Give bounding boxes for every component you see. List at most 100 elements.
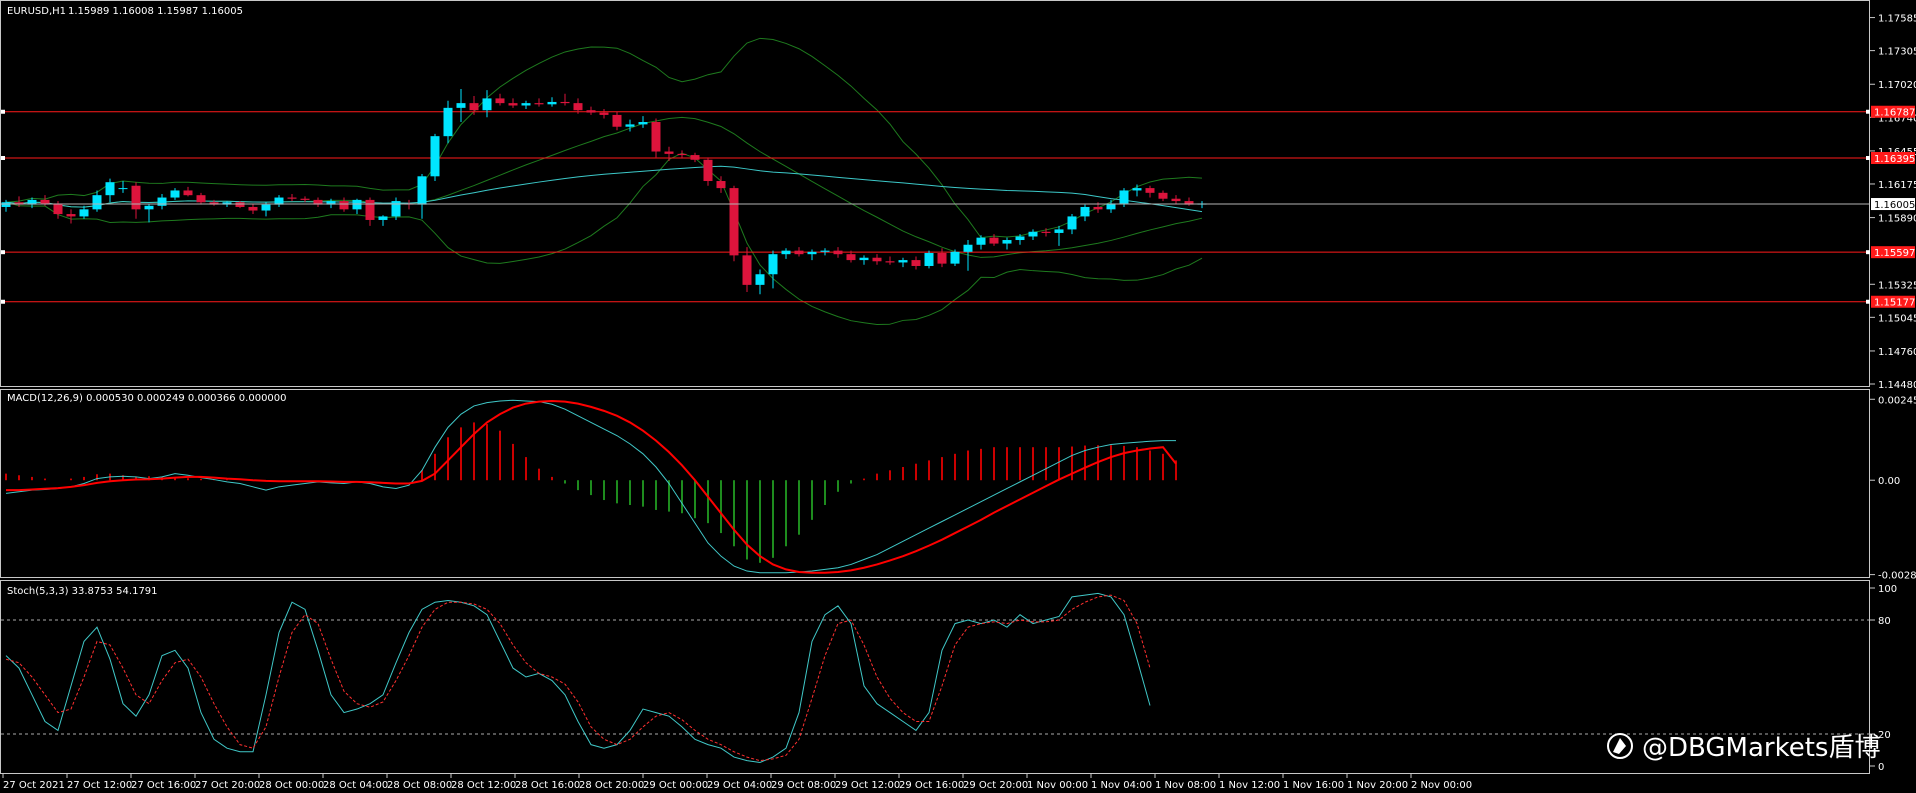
price-tick-label: 1.15045 <box>1878 313 1916 324</box>
time-tick-label: 28 Oct 04:00 <box>323 780 388 791</box>
level-price-label: 1.16787 <box>1874 108 1915 119</box>
candle <box>521 100 531 110</box>
candle-body <box>755 274 765 285</box>
trading-chart[interactable]: EURUSD,H1 1.15989 1.16008 1.15987 1.1600… <box>0 0 1916 793</box>
candle-body <box>495 98 505 104</box>
candle-body <box>157 197 167 206</box>
candle-body <box>430 136 440 177</box>
candle <box>885 256 895 265</box>
macd-tick-label: 0.002451 <box>1878 395 1916 406</box>
price-tick-label: 1.14760 <box>1878 347 1916 358</box>
candle-body <box>287 197 297 199</box>
candle <box>1028 229 1038 241</box>
level-handle-left <box>1 299 5 304</box>
stoch-panel-border <box>0 580 1870 774</box>
price-tick-label: 1.15890 <box>1878 214 1916 225</box>
time-tick-label: 29 Oct 16:00 <box>899 780 964 791</box>
price-tick-label: 1.17020 <box>1878 80 1916 91</box>
level-handle-right <box>1866 109 1870 114</box>
candle-body <box>365 199 375 220</box>
price-tick-label: 1.16175 <box>1878 180 1916 191</box>
candle <box>404 199 414 210</box>
candle <box>599 109 609 119</box>
candle <box>131 182 141 219</box>
time-tick-label: 29 Oct 08:00 <box>771 780 836 791</box>
candle-body <box>1145 188 1155 193</box>
candle-body <box>924 253 934 266</box>
candle-body <box>833 250 843 255</box>
candle-body <box>118 188 128 190</box>
candle-body <box>1041 231 1051 233</box>
candle <box>92 190 102 212</box>
candle <box>352 198 362 215</box>
candle <box>560 93 570 106</box>
time-tick-label: 29 Oct 12:00 <box>835 780 900 791</box>
time-axis: 27 Oct 2021 27 Oct 12:0027 Oct 16:0027 Oc… <box>2 774 1472 791</box>
candle-body <box>586 110 596 113</box>
candle-body <box>378 216 388 220</box>
candle <box>66 209 76 224</box>
candle <box>820 248 830 256</box>
candle <box>1067 214 1077 235</box>
level-handle-right <box>1866 250 1870 255</box>
candle-body <box>339 201 349 210</box>
candle-body <box>196 195 206 203</box>
candle-body <box>300 198 310 200</box>
candle-body <box>976 237 986 245</box>
candle <box>547 97 557 107</box>
candle <box>79 205 89 219</box>
candle-body <box>170 190 180 198</box>
candle-body <box>768 254 778 275</box>
ohlc-label: 1.15989 1.16008 1.15987 1.16005 <box>68 6 243 17</box>
candle-body <box>911 260 921 266</box>
candle <box>729 185 739 262</box>
candle <box>248 203 258 215</box>
price-tick-label: 1.17585 <box>1878 14 1916 25</box>
candle <box>118 181 128 193</box>
candle <box>742 247 752 292</box>
time-tick-label: 27 Oct 20:00 <box>195 780 260 791</box>
candle <box>768 250 778 289</box>
price-tick-label: 1.17305 <box>1878 47 1916 58</box>
stoch-tick-label: 80 <box>1878 616 1891 627</box>
candle-body <box>235 202 245 207</box>
candle <box>365 197 375 226</box>
time-tick-label: 29 Oct 00:00 <box>643 780 708 791</box>
candle-body <box>638 122 648 125</box>
time-tick-label: 28 Oct 00:00 <box>259 780 324 791</box>
macd-axis: 0.002451 0.00 -0.002858 <box>1870 395 1916 582</box>
macd-tick-label: 0.00 <box>1878 476 1900 487</box>
time-tick-label: 28 Oct 20:00 <box>579 780 644 791</box>
candle <box>937 248 947 268</box>
candle <box>677 150 687 159</box>
candle <box>417 173 427 219</box>
candle-body <box>729 188 739 256</box>
candle-body <box>1002 240 1012 244</box>
level-price-label: 1.15177 <box>1874 298 1915 309</box>
candle-body <box>482 98 492 111</box>
time-tick-label: 1 Nov 08:00 <box>1155 780 1216 791</box>
candle-body <box>1158 192 1168 199</box>
candle-body <box>664 151 674 154</box>
candle-body <box>1 202 11 207</box>
candle <box>495 93 505 106</box>
time-tick-label: 27 Oct 2021 <box>3 780 65 791</box>
candle-body <box>1028 231 1038 237</box>
candle-body <box>508 103 518 106</box>
candle-body <box>1171 198 1181 202</box>
candle-body <box>547 101 557 105</box>
candle-body <box>417 176 427 205</box>
stoch-tick-label: 100 <box>1878 584 1897 595</box>
candle <box>482 90 492 118</box>
macd-plot <box>5 399 1177 574</box>
candle <box>872 254 882 265</box>
brand-logo-mark <box>1613 738 1626 754</box>
candle-body <box>560 101 570 104</box>
watermark-text: @DBGMarkets盾博 <box>1642 733 1880 763</box>
candle-body <box>131 185 141 210</box>
candle <box>664 146 674 161</box>
candle-body <box>963 244 973 252</box>
current-price-label: 1.16005 <box>1874 200 1915 211</box>
candle <box>794 247 804 257</box>
candle <box>313 197 323 207</box>
